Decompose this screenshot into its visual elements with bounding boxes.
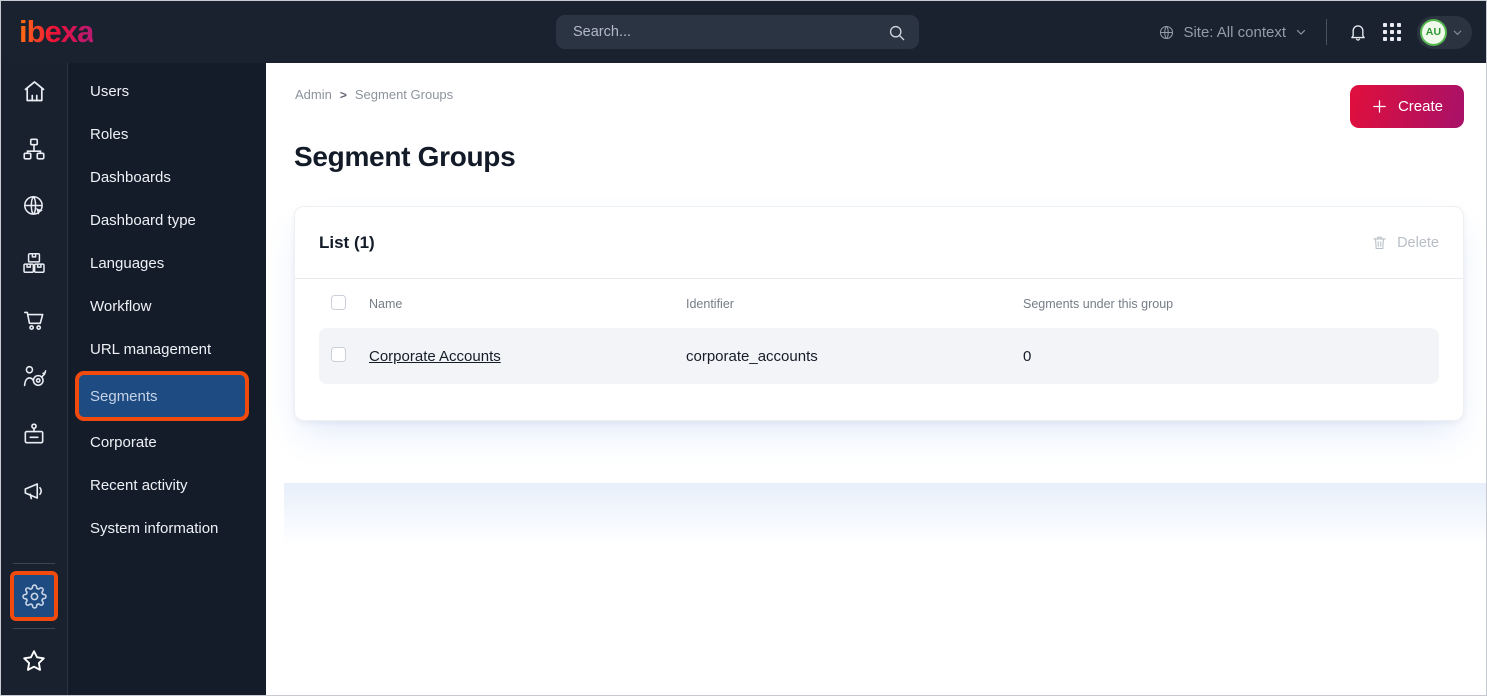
avatar: AU bbox=[1420, 18, 1447, 46]
row-checkbox[interactable] bbox=[331, 346, 346, 362]
main-content: Admin > Segment Groups Create Segment Gr… bbox=[266, 63, 1486, 695]
rail-divider bbox=[13, 628, 55, 629]
menu-item-recent-activity[interactable]: Recent activity bbox=[68, 464, 266, 507]
table-row: Corporate Accounts corporate_accounts 0 bbox=[319, 328, 1439, 384]
nav-marketing[interactable] bbox=[1, 462, 67, 519]
nav-site[interactable] bbox=[1, 177, 67, 234]
column-header-name: Name bbox=[369, 296, 403, 311]
nav-product-catalog[interactable] bbox=[1, 234, 67, 291]
column-header-identifier: Identifier bbox=[686, 296, 734, 311]
global-search[interactable] bbox=[556, 15, 919, 49]
list-card-header: List (1) Delete bbox=[295, 207, 1463, 279]
menu-item-roles[interactable]: Roles bbox=[68, 113, 266, 156]
main-nav-rail bbox=[1, 63, 68, 695]
nav-admin-settings[interactable] bbox=[10, 571, 58, 621]
nav-home[interactable] bbox=[1, 63, 67, 120]
nav-commerce[interactable] bbox=[1, 291, 67, 348]
nav-bookmarks[interactable] bbox=[1, 635, 67, 687]
menu-item-segments[interactable]: Segments bbox=[75, 371, 249, 421]
page-title: Segment Groups bbox=[294, 141, 516, 172]
menu-item-dashboards[interactable]: Dashboards bbox=[68, 156, 266, 199]
product-boxes-icon bbox=[21, 250, 47, 276]
menu-item-corporate[interactable]: Corporate bbox=[68, 421, 266, 464]
app-grid-icon bbox=[1383, 23, 1401, 41]
menu-item-system-information[interactable]: System information bbox=[68, 507, 266, 550]
segment-group-identifier: corporate_accounts bbox=[686, 347, 818, 365]
home-icon bbox=[21, 78, 48, 105]
search-input[interactable] bbox=[556, 24, 887, 40]
table-header-row: Name Identifier Segments under this grou… bbox=[319, 279, 1439, 328]
menu-item-languages[interactable]: Languages bbox=[68, 242, 266, 285]
megaphone-icon bbox=[21, 478, 47, 504]
list-title: List (1) bbox=[319, 232, 375, 252]
rail-divider bbox=[13, 563, 55, 564]
site-context-label: Site: All context bbox=[1183, 23, 1286, 41]
menu-item-workflow[interactable]: Workflow bbox=[68, 285, 266, 328]
topbar-divider bbox=[1326, 19, 1327, 45]
chevron-down-icon bbox=[1451, 26, 1464, 39]
create-button[interactable]: Create bbox=[1349, 85, 1464, 128]
chevron-down-icon bbox=[1294, 25, 1308, 39]
segment-groups-table: Name Identifier Segments under this grou… bbox=[295, 279, 1463, 384]
create-button-label: Create bbox=[1397, 98, 1443, 115]
segment-group-count: 0 bbox=[1023, 347, 1032, 365]
settings-gear-icon bbox=[21, 583, 47, 609]
plus-icon bbox=[1371, 98, 1388, 115]
search-icon[interactable] bbox=[887, 23, 906, 42]
topbar-controls: Site: All context AU bbox=[1158, 1, 1472, 63]
breadcrumb: Admin > Segment Groups bbox=[295, 87, 453, 102]
id-badge-icon bbox=[21, 421, 47, 447]
breadcrumb-separator: > bbox=[339, 87, 347, 102]
user-menu[interactable]: AU bbox=[1417, 15, 1472, 49]
cart-icon bbox=[21, 307, 47, 333]
customer-target-icon bbox=[21, 363, 48, 390]
segment-groups-list-card: List (1) Delete Name Identifier Segments… bbox=[294, 206, 1464, 421]
trash-icon bbox=[1371, 234, 1388, 251]
content-tree-icon bbox=[21, 136, 47, 162]
nav-corporate[interactable] bbox=[1, 405, 67, 462]
select-all-checkbox[interactable] bbox=[331, 294, 346, 310]
top-bar: ibexa Site: All context bbox=[1, 1, 1486, 63]
bell-icon bbox=[1348, 22, 1368, 42]
menu-item-users[interactable]: Users bbox=[68, 70, 266, 113]
bookmarks-star-icon bbox=[20, 647, 48, 675]
menu-item-dashboard-type[interactable]: Dashboard type bbox=[68, 199, 266, 242]
nav-content[interactable] bbox=[1, 120, 67, 177]
menu-item-url-management[interactable]: URL management bbox=[68, 328, 266, 371]
breadcrumb-current: Segment Groups bbox=[354, 87, 454, 102]
segment-group-name-link[interactable]: Corporate Accounts bbox=[369, 348, 686, 365]
globe-icon bbox=[1158, 24, 1175, 41]
delete-button-label: Delete bbox=[1397, 234, 1439, 251]
ibexa-logo[interactable]: ibexa bbox=[19, 14, 94, 50]
delete-button[interactable]: Delete bbox=[1371, 234, 1439, 251]
card-glow bbox=[284, 483, 1486, 545]
site-context-switcher[interactable]: Site: All context bbox=[1158, 24, 1308, 41]
admin-submenu: Users Roles Dashboards Dashboard type La… bbox=[68, 63, 266, 695]
column-header-segments: Segments under this group bbox=[1023, 296, 1174, 311]
app-switcher-button[interactable] bbox=[1375, 15, 1409, 49]
notifications-button[interactable] bbox=[1341, 15, 1375, 49]
nav-personalization[interactable] bbox=[1, 348, 67, 405]
breadcrumb-admin[interactable]: Admin bbox=[295, 87, 332, 102]
ibexa-admin-screen: ibexa Site: All context bbox=[0, 0, 1487, 696]
site-globe-icon bbox=[21, 193, 47, 219]
